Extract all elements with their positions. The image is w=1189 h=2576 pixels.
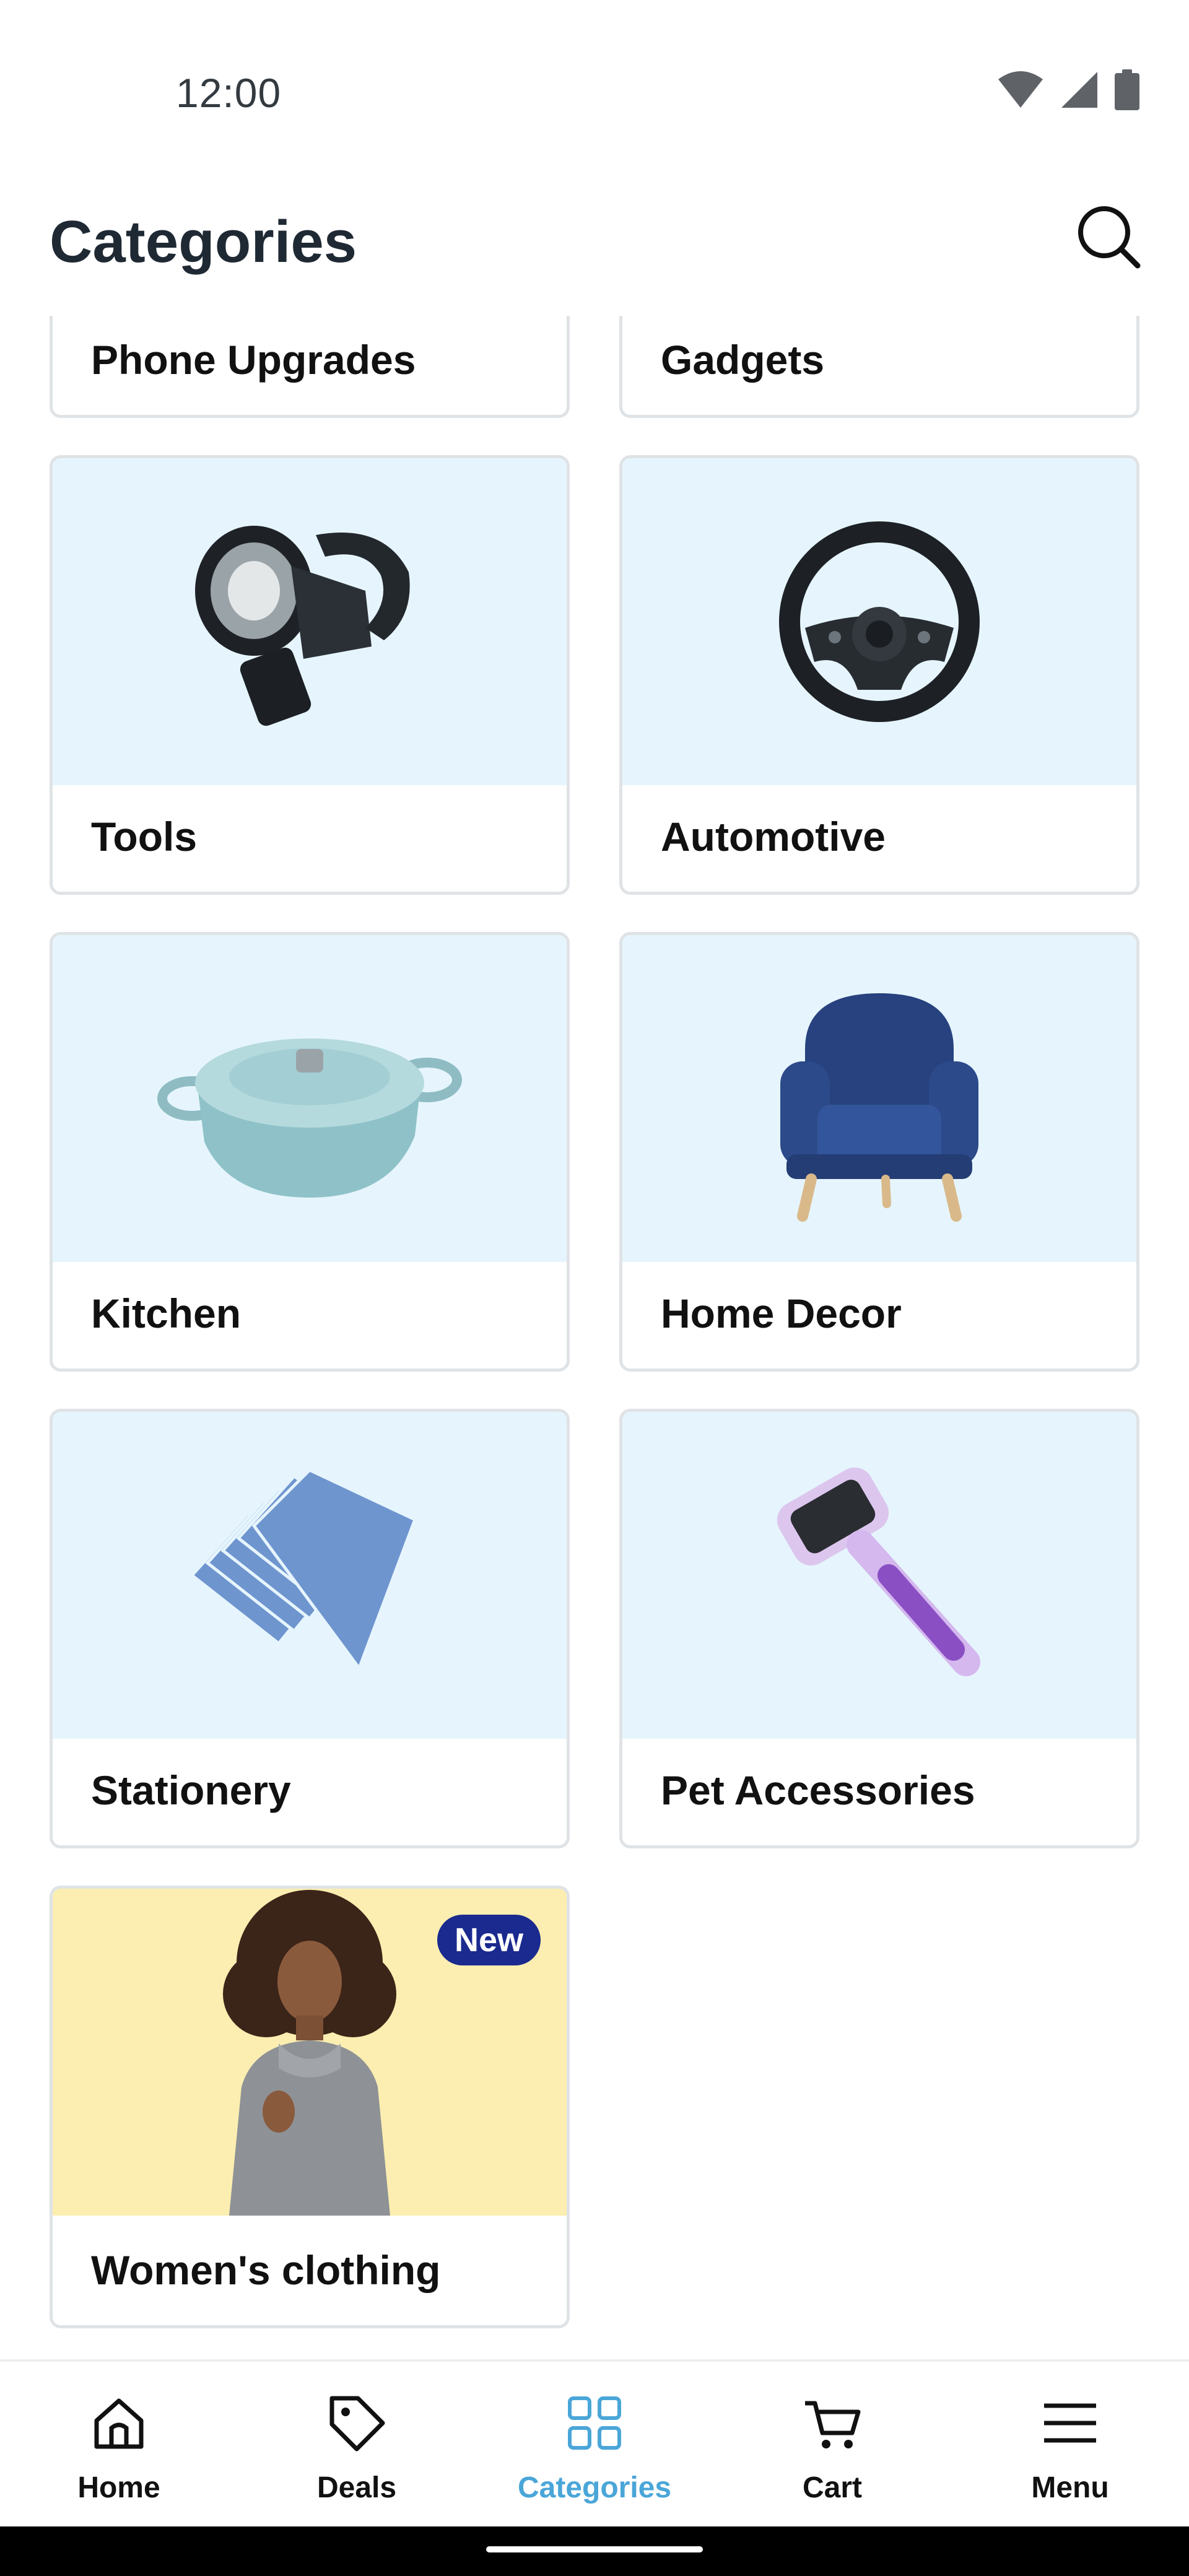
- cart-icon: [798, 2389, 866, 2457]
- page-title: Categories: [50, 209, 357, 275]
- category-label: Stationery: [91, 1767, 291, 1813]
- nav-item-categories[interactable]: Categories: [476, 2362, 713, 2526]
- flashlight-image: [53, 458, 567, 785]
- battery-icon: [1115, 69, 1139, 113]
- status-bar: 12:00: [0, 0, 1189, 186]
- category-card-pet-accessories[interactable]: Pet Accessories: [619, 1409, 1139, 1848]
- category-card-phone-upgrades[interactable]: Phone Upgrades: [50, 316, 570, 418]
- search-button[interactable]: [1071, 201, 1146, 275]
- category-label: Home Decor: [661, 1290, 902, 1336]
- pet-brush-image: [622, 1412, 1136, 1739]
- tag-icon: [323, 2389, 391, 2457]
- home-icon: [85, 2389, 153, 2457]
- category-label: Gadgets: [661, 337, 825, 383]
- category-card-womens-clothing[interactable]: New Women's clothing: [50, 1886, 570, 2328]
- nav-label: Categories: [517, 2471, 672, 2504]
- search-icon: [1074, 202, 1143, 274]
- category-card-kitchen[interactable]: Kitchen: [50, 932, 570, 1372]
- category-card-home-decor[interactable]: Home Decor: [619, 932, 1139, 1372]
- cooking-pot-image: [53, 935, 567, 1262]
- status-time: 12:00: [176, 70, 282, 116]
- wifi-icon: [997, 71, 1044, 112]
- category-label: Kitchen: [91, 1290, 242, 1336]
- notebooks-image: [53, 1412, 567, 1739]
- cellular-signal-icon: [1060, 71, 1099, 112]
- category-card-stationery[interactable]: Stationery: [50, 1409, 570, 1848]
- nav-label: Menu: [1031, 2471, 1109, 2504]
- category-label: Women's clothing: [91, 2247, 441, 2293]
- grid-icon: [560, 2389, 629, 2457]
- bottom-nav: Home Deals Categories Cart Menu: [0, 2359, 1189, 2526]
- category-card-automotive[interactable]: Automotive: [619, 455, 1139, 895]
- nav-item-menu[interactable]: Menu: [951, 2362, 1189, 2526]
- category-label: Pet Accessories: [661, 1767, 975, 1813]
- menu-icon: [1036, 2389, 1104, 2457]
- nav-label: Home: [77, 2471, 160, 2504]
- new-badge: New: [437, 1915, 541, 1965]
- category-card-gadgets[interactable]: Gadgets: [619, 316, 1139, 418]
- nav-item-home[interactable]: Home: [0, 2362, 238, 2526]
- category-list: Phone Upgrades Gadgets Tools Automotive …: [0, 316, 1189, 2359]
- nav-item-cart[interactable]: Cart: [713, 2362, 951, 2526]
- category-label: Tools: [91, 814, 198, 859]
- app-header: Categories: [0, 186, 1189, 316]
- nav-item-deals[interactable]: Deals: [238, 2362, 476, 2526]
- system-gesture-bar: [0, 2526, 1189, 2576]
- nav-label: Cart: [802, 2471, 863, 2504]
- category-card-tools[interactable]: Tools: [50, 455, 570, 895]
- status-icons: [997, 69, 1139, 113]
- home-gesture-handle[interactable]: [486, 2546, 703, 2552]
- armchair-image: [622, 935, 1136, 1262]
- category-label: Automotive: [661, 814, 886, 859]
- nav-label: Deals: [316, 2471, 397, 2504]
- category-label: Phone Upgrades: [91, 337, 416, 383]
- steering-wheel-image: [622, 458, 1136, 785]
